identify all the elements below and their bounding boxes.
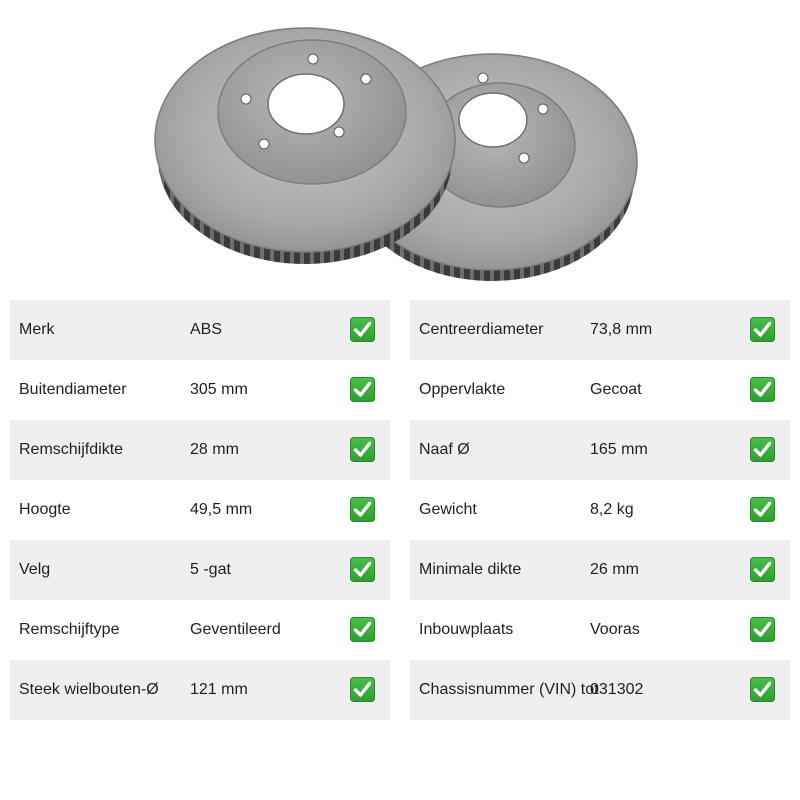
spec-table-right: Centreerdiameter 73,8 mm Oppervlakte Gecoat…	[410, 300, 790, 720]
check-mark-icon	[350, 437, 375, 462]
spec-value: ABS	[190, 321, 223, 338]
spec-label: Buitendiameter	[19, 381, 127, 398]
spec-row: Chassisnummer (VIN) tot 031302	[410, 660, 790, 720]
check-mark-icon	[750, 377, 775, 402]
spec-value: 26 mm	[590, 561, 639, 578]
spec-label: Chassisnummer (VIN) tot	[419, 681, 599, 698]
spec-row: Remschijftype Geventileerd	[10, 600, 390, 660]
check-mark-icon	[750, 677, 775, 702]
check-mark-icon	[350, 557, 375, 582]
spec-value: 49,5 mm	[190, 501, 253, 518]
spec-value: 5 -gat	[190, 561, 231, 578]
spec-value: 031302	[590, 681, 644, 698]
spec-label: Velg	[19, 561, 51, 578]
spec-label: Inbouwplaats	[419, 621, 514, 638]
spec-label: Steek wielbouten-Ø	[19, 681, 159, 698]
spec-row: Gewicht 8,2 kg	[410, 480, 790, 540]
spec-label: Merk	[19, 321, 55, 338]
spec-row: Centreerdiameter 73,8 mm	[410, 300, 790, 360]
spec-label: Gewicht	[419, 501, 477, 518]
check-mark-icon	[750, 617, 775, 642]
spec-row: Oppervlakte Gecoat	[410, 360, 790, 420]
spec-value: 28 mm	[190, 441, 239, 458]
spec-label: Hoogte	[19, 501, 71, 518]
spec-value: 121 mm	[190, 681, 248, 698]
spec-row: Steek wielbouten-Ø 121 mm	[10, 660, 390, 720]
spec-row: Inbouwplaats Vooras	[410, 600, 790, 660]
spec-row: Buitendiameter 305 mm	[10, 360, 390, 420]
brake-discs-pair-photo-icon	[154, 27, 638, 281]
product-image	[0, 0, 800, 295]
check-mark-icon	[750, 317, 775, 342]
spec-row: Merk ABS	[10, 300, 390, 360]
spec-table-left: Merk ABS Buitendiameter 305 mm Remschijfdikt…	[10, 300, 390, 720]
check-mark-icon	[750, 437, 775, 462]
check-mark-icon	[350, 317, 375, 342]
check-mark-icon	[750, 557, 775, 582]
check-mark-icon	[350, 617, 375, 642]
spec-value: 8,2 kg	[590, 501, 634, 518]
spec-row: Minimale dikte 26 mm	[410, 540, 790, 600]
spec-value: 165 mm	[590, 441, 648, 458]
check-mark-icon	[350, 377, 375, 402]
spec-value: 73,8 mm	[590, 321, 653, 338]
spec-row: Hoogte 49,5 mm	[10, 480, 390, 540]
spec-label: Remschijfdikte	[19, 441, 124, 458]
spec-label: Minimale dikte	[419, 561, 522, 578]
spec-value: Gecoat	[590, 381, 642, 398]
spec-value: Geventileerd	[190, 621, 281, 638]
spec-row: Naaf Ø 165 mm	[410, 420, 790, 480]
spec-row: Velg 5 -gat	[10, 540, 390, 600]
spec-label: Centreerdiameter	[419, 321, 544, 338]
check-mark-icon	[350, 677, 375, 702]
front-brake-disc	[154, 27, 456, 264]
spec-value: Vooras	[590, 621, 640, 638]
check-mark-icon	[750, 497, 775, 522]
spec-label: Naaf Ø	[419, 441, 470, 458]
spec-row: Remschijfdikte 28 mm	[10, 420, 390, 480]
spec-label: Oppervlakte	[419, 381, 506, 398]
spec-value: 305 mm	[190, 381, 248, 398]
spec-label: Remschijftype	[19, 621, 120, 638]
check-mark-icon	[350, 497, 375, 522]
